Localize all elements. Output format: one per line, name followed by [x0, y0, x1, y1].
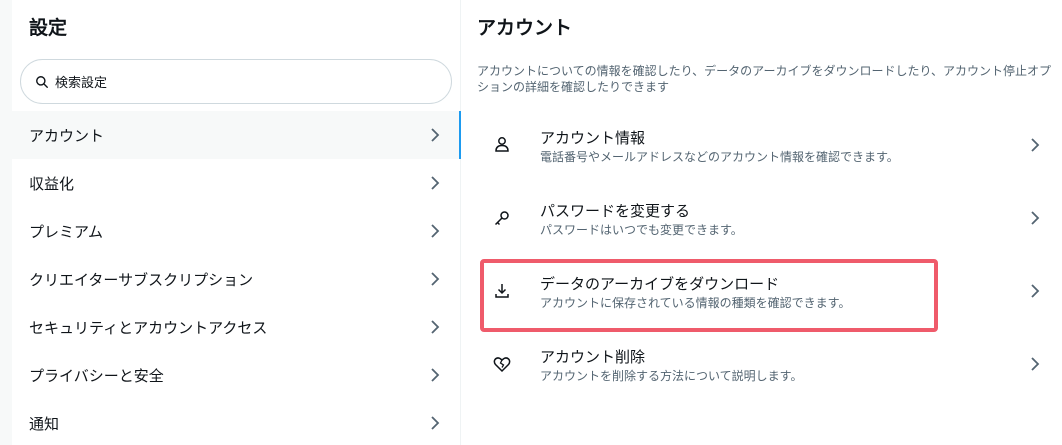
sidebar-item-monetization[interactable]: 収益化 — [12, 159, 460, 207]
settings-nav-column: 設定 検索設定 アカウント 収益化 プレミアム クリエイターサブスクリプション … — [12, 0, 461, 445]
settings-app: 設定 検索設定 アカウント 収益化 プレミアム クリエイターサブスクリプション … — [0, 0, 1062, 445]
chevron-right-icon — [1031, 138, 1040, 152]
sidebar-item-label: 収益化 — [29, 174, 75, 193]
broken-heart-icon — [493, 357, 511, 373]
chevron-right-icon — [431, 320, 440, 334]
sidebar-item-label: プレミアム — [29, 222, 103, 241]
option-subtitle: アカウントに保存されている情報の種類を確認できます。 — [540, 296, 851, 310]
sidebar-item-label: クリエイターサブスクリプション — [29, 270, 254, 289]
chevron-right-icon — [431, 272, 440, 286]
settings-title: 設定 — [29, 17, 68, 39]
sidebar-item-notifications[interactable]: 通知 — [12, 399, 460, 445]
sidebar-item-label: プライバシーと安全 — [29, 366, 164, 385]
account-settings-panel: アカウント アカウントについての情報を確認したり、データのアーカイブをダウンロー… — [462, 0, 1062, 445]
sidebar-item-label: 通知 — [29, 414, 60, 433]
download-icon — [495, 284, 509, 298]
option-title: アカウント情報 — [540, 129, 646, 147]
chevron-right-icon — [1031, 211, 1040, 225]
option-title: アカウント削除 — [540, 348, 646, 366]
download-archive-option[interactable]: データのアーカイブをダウンロード アカウントに保存されている情報の種類を確認でき… — [462, 256, 1062, 329]
person-icon — [495, 137, 509, 152]
page-description: アカウントについての情報を確認したり、データのアーカイブをダウンロードしたり、ア… — [477, 64, 1051, 94]
delete-account-option[interactable]: アカウント削除 アカウントを削除する方法について説明します。 — [462, 329, 1062, 402]
page-title: アカウント — [477, 17, 573, 39]
search-placeholder: 検索設定 — [55, 76, 108, 91]
chevron-right-icon — [431, 368, 440, 382]
sidebar-item-security[interactable]: セキュリティとアカウントアクセス — [12, 303, 460, 351]
account-info-option[interactable]: アカウント情報 電話番号やメールアドレスなどのアカウント情報を確認できます。 — [462, 110, 1062, 183]
account-options-list: アカウント情報 電話番号やメールアドレスなどのアカウント情報を確認できます。 パ… — [462, 110, 1062, 402]
chevron-right-icon — [431, 416, 440, 430]
chevron-right-icon — [431, 176, 440, 190]
option-subtitle: パスワードはいつでも変更できます。 — [540, 223, 743, 237]
option-title: データのアーカイブをダウンロード — [540, 275, 780, 293]
sidebar-item-label: セキュリティとアカウントアクセス — [29, 318, 268, 337]
chevron-right-icon — [431, 224, 440, 238]
option-subtitle: アカウントを削除する方法について説明します。 — [540, 369, 803, 383]
search-icon — [36, 75, 48, 88]
search-settings-input[interactable]: 検索設定 — [20, 59, 452, 104]
option-subtitle: 電話番号やメールアドレスなどのアカウント情報を確認できます。 — [540, 150, 899, 164]
sidebar-item-account[interactable]: アカウント — [12, 111, 461, 159]
sidebar-item-premium[interactable]: プレミアム — [12, 207, 460, 255]
left-gutter — [0, 0, 12, 445]
settings-menu: アカウント 収益化 プレミアム クリエイターサブスクリプション セキュリティとア… — [12, 111, 461, 445]
change-password-option[interactable]: パスワードを変更する パスワードはいつでも変更できます。 — [462, 183, 1062, 256]
sidebar-item-creator-subscriptions[interactable]: クリエイターサブスクリプション — [12, 255, 460, 303]
sidebar-item-label: アカウント — [29, 126, 105, 145]
chevron-right-icon — [1031, 357, 1040, 371]
sidebar-item-privacy[interactable]: プライバシーと安全 — [12, 351, 460, 399]
key-icon — [494, 211, 509, 226]
chevron-right-icon — [1031, 284, 1040, 298]
chevron-right-icon — [431, 128, 440, 142]
option-title: パスワードを変更する — [540, 202, 691, 220]
